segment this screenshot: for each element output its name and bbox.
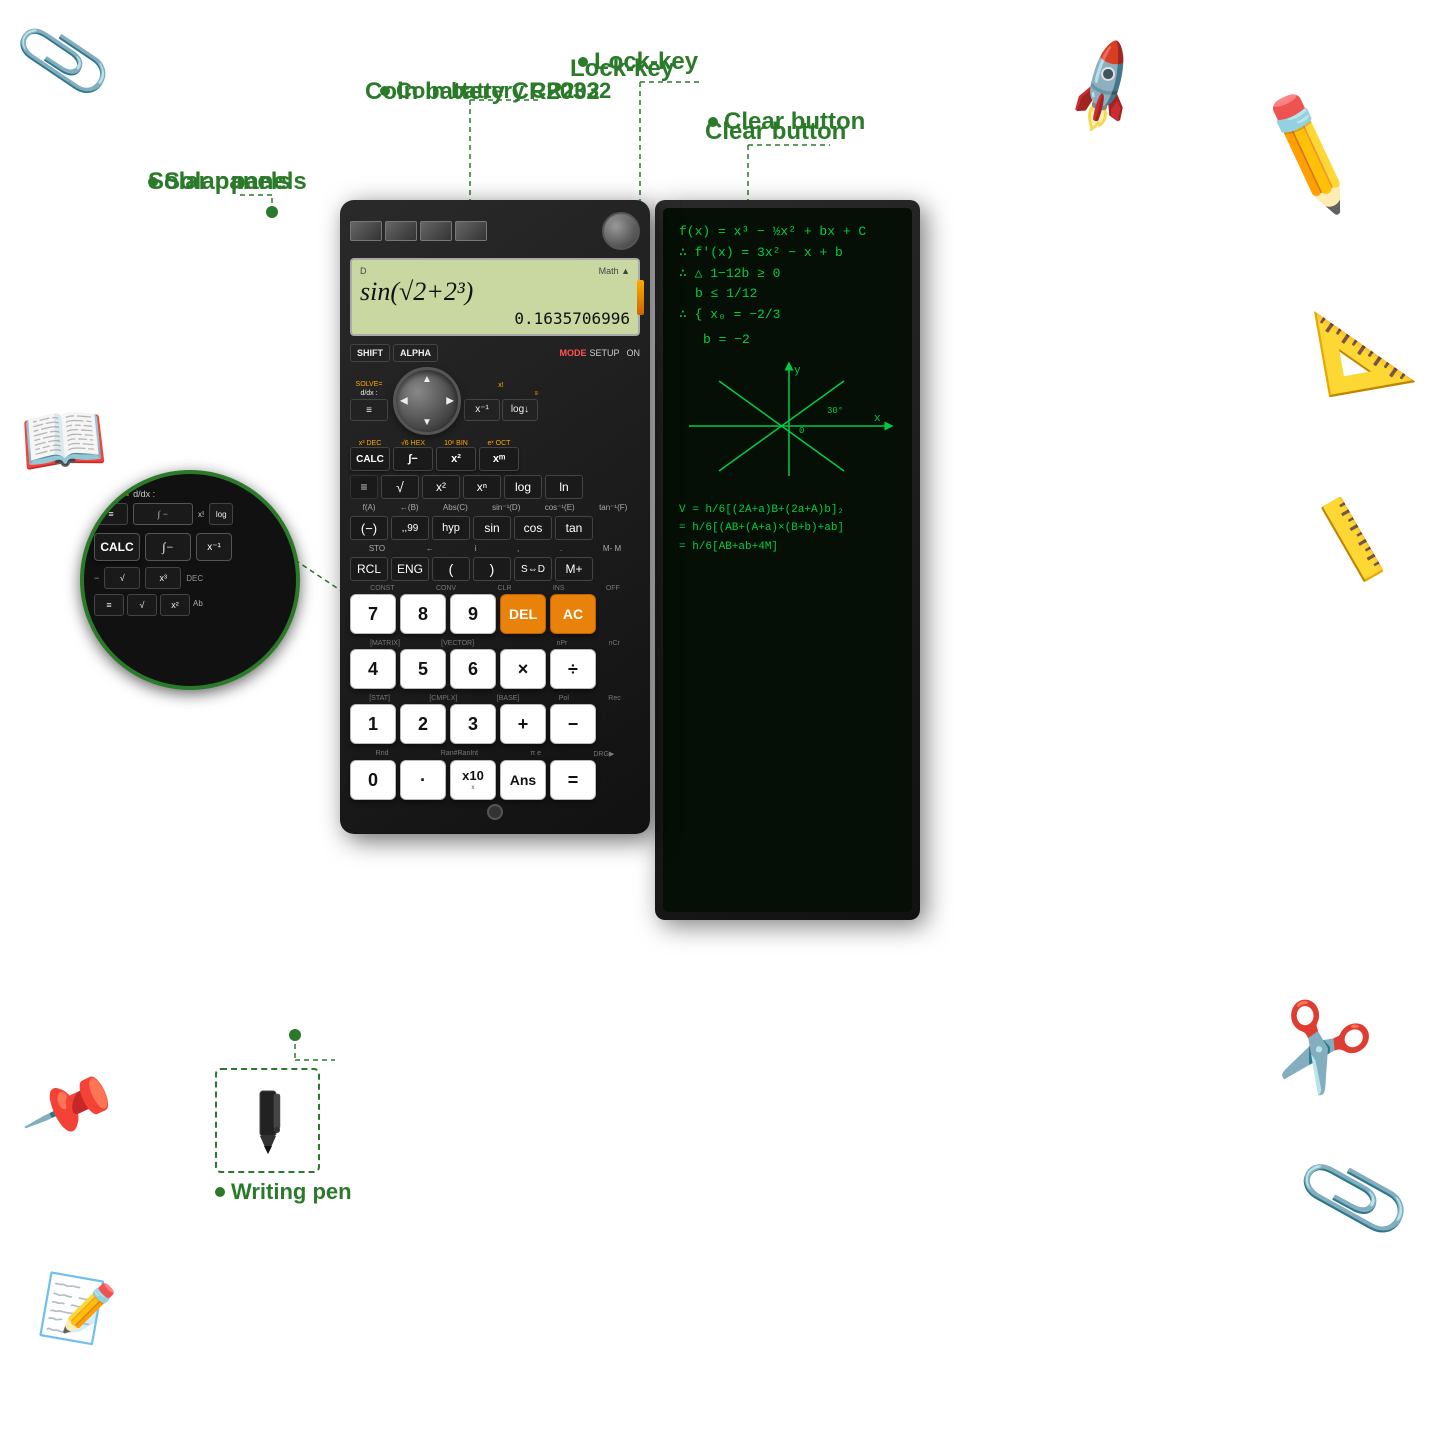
divide-button[interactable]: ÷ bbox=[550, 649, 596, 689]
x2-button[interactable]: x² bbox=[422, 475, 460, 499]
alpha-button[interactable]: ALPHA bbox=[393, 344, 438, 362]
svg-text:x: x bbox=[874, 413, 881, 425]
close-paren-button[interactable]: ) bbox=[473, 557, 511, 581]
log-fn-button[interactable]: log bbox=[504, 475, 542, 499]
button-8[interactable]: 8 bbox=[400, 594, 446, 634]
del-button[interactable]: DEL bbox=[500, 594, 546, 634]
notebook-screen: f(x) = x³ − ½x² + bx + C ∴ f'(x) = 3x² −… bbox=[663, 208, 912, 912]
open-paren-button[interactable]: ( bbox=[432, 557, 470, 581]
ac-button[interactable]: AC bbox=[550, 594, 596, 634]
button-6[interactable]: 6 bbox=[450, 649, 496, 689]
comma-button[interactable]: ,,99 bbox=[391, 516, 429, 540]
xn-button[interactable]: xⁿ bbox=[463, 475, 501, 499]
magnified-circle: SOLVE= d/dx : ≡ ∫ − x! log CALC ∫− x⁻¹ −… bbox=[80, 470, 300, 690]
svg-text:0: 0 bbox=[799, 426, 804, 436]
equals-button[interactable]: = bbox=[550, 760, 596, 800]
lock-key-label-text: Lock-key bbox=[594, 48, 698, 76]
x-inverse-button[interactable]: x⁻¹ bbox=[464, 399, 500, 421]
mode-label: MODE bbox=[559, 348, 586, 358]
xm-button[interactable]: xᵐ bbox=[479, 447, 519, 471]
eng-button[interactable]: ENG bbox=[391, 557, 429, 581]
ln-button[interactable]: ln bbox=[545, 475, 583, 499]
solar-panel bbox=[350, 221, 487, 241]
button-9[interactable]: 9 bbox=[450, 594, 496, 634]
multiply-button[interactable]: × bbox=[500, 649, 546, 689]
button-4[interactable]: 4 bbox=[350, 649, 396, 689]
minus-button[interactable]: − bbox=[550, 704, 596, 744]
plus-button[interactable]: + bbox=[500, 704, 546, 744]
equation-line-3: ∴ △ 1−12b ≥ 0 bbox=[679, 264, 896, 285]
equation-line-1: f(x) = x³ − ½x² + bx + C bbox=[679, 222, 896, 243]
formula-line-3: = h/6[AB+ab+4M] bbox=[679, 538, 896, 557]
display-mode-d: D bbox=[360, 266, 367, 276]
navigation-pad[interactable]: ▲ ▼ ◀ ▶ bbox=[393, 367, 461, 435]
button-1[interactable]: 1 bbox=[350, 704, 396, 744]
equation-line-5: ∴ { x₀ = −2/3 bbox=[679, 305, 896, 326]
hyp-button[interactable]: hyp bbox=[432, 516, 470, 540]
button-7[interactable]: 7 bbox=[350, 594, 396, 634]
calculator-display: D Math ▲ sin(√2+2³) 0.1635706996 bbox=[350, 258, 640, 336]
display-mode-math: Math ▲ bbox=[599, 266, 630, 276]
log-button[interactable]: log↓ bbox=[502, 399, 538, 421]
svg-text:30°: 30° bbox=[827, 406, 843, 416]
display-expression: sin(√2+2³) bbox=[360, 277, 630, 307]
clear-button-label-text: Clear button bbox=[724, 108, 865, 136]
writing-pen-container: Writing pen bbox=[215, 1068, 352, 1205]
mplus-button[interactable]: M+ bbox=[555, 557, 593, 581]
sqrt-button[interactable]: √ bbox=[381, 475, 419, 499]
rcl-button[interactable]: RCL bbox=[350, 557, 388, 581]
calculator-body: D Math ▲ sin(√2+2³) 0.1635706996 SHIFT A… bbox=[340, 200, 650, 834]
nav-solve-left[interactable]: ≡ bbox=[350, 399, 388, 421]
button-0[interactable]: 0 bbox=[350, 760, 396, 800]
writing-pen-label: Writing pen bbox=[231, 1179, 352, 1205]
lock-button[interactable] bbox=[602, 212, 640, 250]
solar-panels-label-text: Solar panels bbox=[164, 168, 307, 196]
tan-button[interactable]: tan bbox=[555, 516, 593, 540]
calc-button[interactable]: CALC bbox=[350, 447, 390, 471]
formula-line-2: = h/6[(AB+(A+a)×(B+b)+ab] bbox=[679, 519, 896, 538]
svg-text:y: y bbox=[794, 365, 801, 377]
button-5[interactable]: 5 bbox=[400, 649, 446, 689]
equation-line-4: b ≤ 1/12 bbox=[695, 284, 896, 305]
button-3[interactable]: 3 bbox=[450, 704, 496, 744]
shift-button[interactable]: SHIFT bbox=[350, 344, 390, 362]
paren-minus-button[interactable]: (−) bbox=[350, 516, 388, 540]
ans-button[interactable]: Ans bbox=[500, 760, 546, 800]
equation-line-6: b = −2 bbox=[703, 330, 896, 351]
formula-line-1: V = h/6[(2A+a)B+(2a+A)b]₂ bbox=[679, 501, 896, 520]
equation-line-2: ∴ f'(x) = 3x² − x + b bbox=[679, 243, 896, 264]
integral-button[interactable]: ∫− bbox=[393, 447, 433, 471]
display-result: 0.1635706996 bbox=[360, 309, 630, 328]
on-label: ON bbox=[627, 348, 641, 358]
sin-button[interactable]: sin bbox=[473, 516, 511, 540]
button-exp[interactable]: x10ˣ bbox=[450, 760, 496, 800]
magnified-solve-button: ≡ bbox=[94, 503, 128, 525]
coin-battery-label-text: Coin battery CR2032 bbox=[396, 78, 611, 104]
magnified-log-icon: log bbox=[209, 503, 233, 525]
button-2[interactable]: 2 bbox=[400, 704, 446, 744]
notebook-panel: f(x) = x³ − ½x² + bx + C ∴ f'(x) = 3x² −… bbox=[655, 200, 920, 920]
button-dot[interactable]: · bbox=[400, 760, 446, 800]
x-squared-button[interactable]: x² bbox=[436, 447, 476, 471]
sd-button[interactable]: S⇔D bbox=[514, 557, 552, 581]
magnified-calc-button: CALC bbox=[94, 533, 140, 561]
pen-box bbox=[215, 1068, 320, 1173]
cos-button[interactable]: cos bbox=[514, 516, 552, 540]
setup-label: SETUP bbox=[589, 348, 619, 358]
sqrt-icon: ≡ bbox=[350, 475, 378, 499]
